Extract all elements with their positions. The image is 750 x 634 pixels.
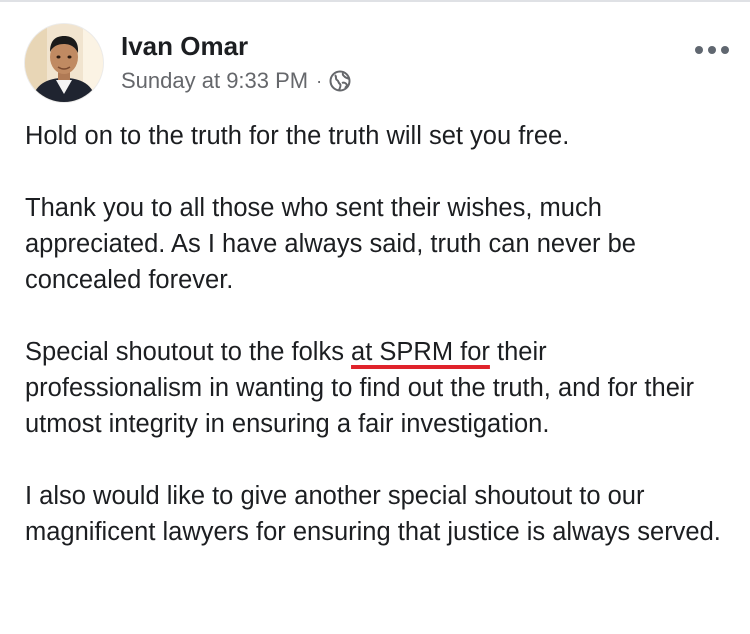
post-paragraph: Special shoutout to the folks at SPRM fo…: [25, 334, 730, 442]
post-meta: Sunday at 9:33 PM ·: [121, 66, 351, 96]
more-options-icon: [695, 46, 703, 54]
more-options-button[interactable]: [692, 36, 732, 64]
author-name[interactable]: Ivan Omar: [121, 30, 248, 62]
paragraph-text: Special shoutout to the folks: [25, 338, 352, 366]
meta-separator: ·: [316, 70, 323, 91]
post-paragraph: Hold on to the truth for the truth will …: [25, 122, 570, 150]
facebook-post: Ivan Omar Sunday at 9:33 PM · Hold on to…: [0, 0, 750, 634]
globe-icon[interactable]: [329, 70, 351, 92]
post-paragraph: Thank you to all those who sent their wi…: [25, 194, 636, 294]
underlined-phrase: at SPRM for: [351, 338, 490, 366]
avatar[interactable]: [25, 24, 103, 102]
post-paragraph: I also would like to give another specia…: [25, 482, 721, 546]
post-timestamp[interactable]: Sunday at 9:33 PM: [121, 68, 308, 94]
avatar-photo: [25, 24, 103, 102]
post-body: Hold on to the truth for the truth will …: [25, 118, 730, 586]
